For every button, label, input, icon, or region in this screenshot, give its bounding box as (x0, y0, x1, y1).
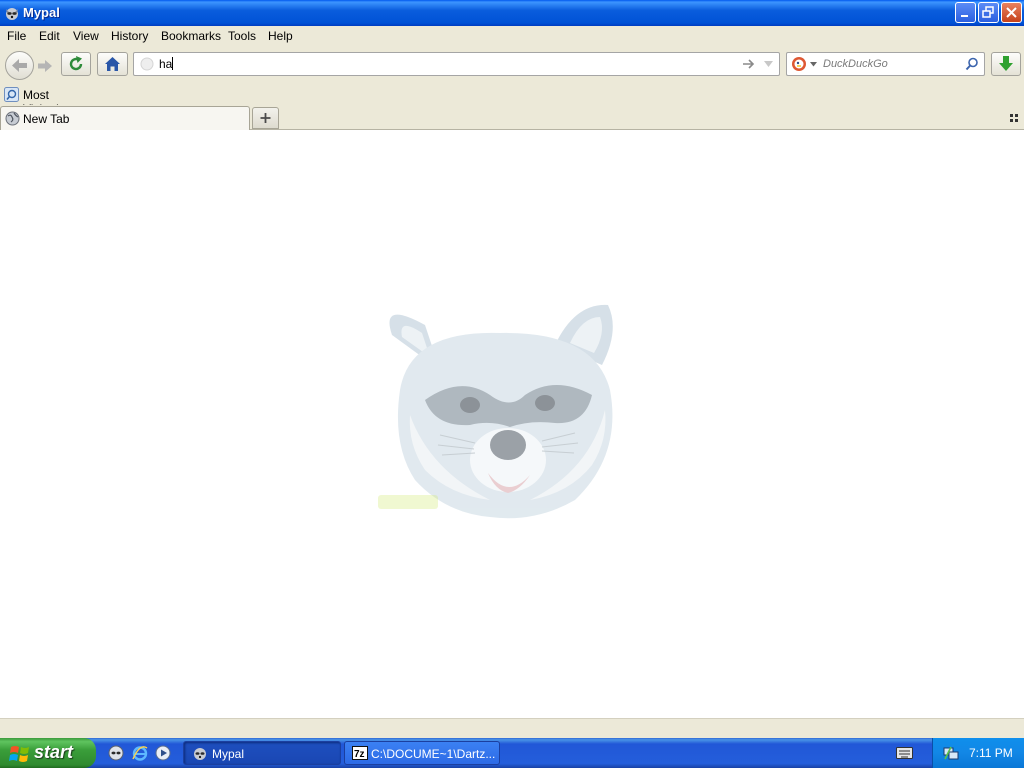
forward-button[interactable] (35, 56, 55, 76)
task-mypal[interactable]: Mypal (183, 741, 341, 765)
menu-bookmarks[interactable]: Bookmarks (161, 29, 221, 43)
url-bar[interactable]: ha (133, 52, 780, 76)
7zip-icon: 7z (352, 746, 368, 760)
search-icon[interactable] (965, 57, 979, 71)
task-7zip-folder[interactable]: 7z C:\DOCUME~1\Dartz... (344, 741, 500, 765)
tab-strip: New Tab (0, 105, 1024, 130)
taskbar: start Mypal 7z C:\DOCUME~1\Dartz... 7:11… (0, 738, 1024, 768)
grid-icon (1010, 114, 1018, 122)
keyboard-icon[interactable] (896, 747, 913, 759)
url-input[interactable]: ha (159, 57, 174, 71)
navigation-toolbar: ha DuckDuckGo (0, 47, 1024, 84)
globe-icon (5, 111, 20, 126)
raccoon-icon (194, 748, 206, 760)
back-arrow-icon (12, 59, 27, 72)
bookmarks-toolbar: Most Visited (0, 84, 1024, 116)
tab-new-tab[interactable]: New Tab (0, 106, 250, 130)
restore-button[interactable] (978, 2, 999, 23)
back-button[interactable] (5, 51, 34, 80)
tab-grid-button[interactable] (1008, 112, 1020, 124)
window-title: Mypal (23, 5, 60, 20)
most-visited-icon (4, 87, 19, 102)
menu-history[interactable]: History (111, 29, 148, 43)
status-bar (0, 718, 1024, 738)
page-identity-icon (140, 57, 154, 71)
svg-text:7z: 7z (354, 749, 365, 760)
search-input[interactable]: DuckDuckGo (823, 58, 888, 70)
mypal-browser-icon[interactable] (108, 745, 124, 761)
duckduckgo-icon[interactable] (791, 56, 807, 72)
home-icon (105, 57, 120, 71)
start-label: start (34, 742, 74, 762)
go-arrow-icon[interactable] (742, 58, 756, 70)
menu-view[interactable]: View (73, 29, 99, 43)
system-tray: 7:11 PM (932, 738, 1024, 768)
history-dropdown-icon[interactable] (763, 60, 774, 68)
engine-dropdown-icon[interactable] (810, 62, 817, 67)
raccoon-app-icon (6, 8, 18, 20)
plus-icon (260, 113, 271, 123)
menu-file[interactable]: File (7, 29, 26, 43)
menu-tools[interactable]: Tools (228, 29, 256, 43)
menu-help[interactable]: Help (268, 29, 293, 43)
reload-button[interactable] (61, 52, 91, 76)
restore-icon (982, 6, 994, 18)
download-arrow-icon (999, 56, 1013, 71)
media-player-icon[interactable] (155, 745, 171, 761)
clock: 7:11 PM (969, 746, 1013, 760)
menu-bar: File Edit View History Bookmarks Tools H… (0, 26, 1024, 47)
minimize-button[interactable] (955, 2, 976, 23)
search-bar[interactable]: DuckDuckGo (786, 52, 985, 76)
close-icon (1006, 7, 1017, 18)
task-label-mypal: Mypal (212, 747, 245, 761)
downloads-button[interactable] (991, 52, 1021, 76)
internet-explorer-icon[interactable] (132, 745, 148, 761)
home-button[interactable] (97, 52, 128, 76)
tab-label: New Tab (23, 112, 70, 126)
minimize-icon (961, 15, 968, 17)
most-visited-bookmark[interactable]: Most Visited (3, 86, 83, 116)
page-content (0, 130, 1024, 718)
close-button[interactable] (1001, 2, 1022, 23)
new-tab-button[interactable] (252, 107, 279, 129)
menu-edit[interactable]: Edit (39, 29, 60, 43)
start-button[interactable]: start (0, 738, 96, 768)
forward-arrow-icon (38, 60, 52, 72)
reload-icon (69, 56, 83, 71)
text-caret (172, 57, 174, 70)
raccoon-face-logo (378, 304, 613, 519)
task-label-7zip: C:\DOCUME~1\Dartz... (371, 747, 496, 761)
network-status-icon[interactable] (943, 745, 959, 761)
title-bar[interactable]: Mypal (0, 0, 1024, 26)
windows-logo-icon (9, 746, 29, 762)
